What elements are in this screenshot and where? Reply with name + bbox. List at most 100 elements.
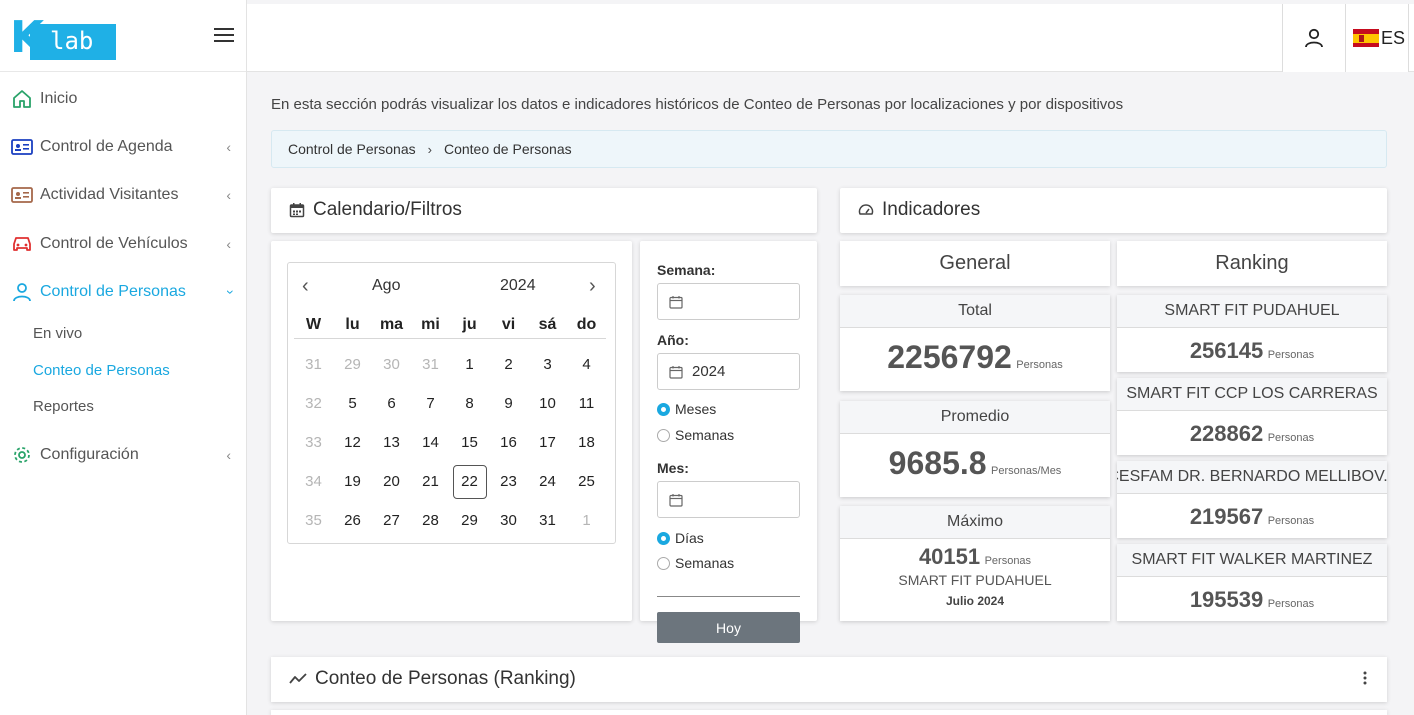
next-month-icon[interactable]: › [589, 275, 596, 298]
calendar-day[interactable]: 27 [372, 512, 411, 529]
calendar-day[interactable]: 12 [333, 434, 372, 451]
ranking-card: SMART FIT CCP LOS CARRERAS 228862 Person… [1117, 378, 1387, 455]
sidebar-item-control-agenda[interactable]: Control de Agenda ‹ [0, 129, 247, 165]
calendar-day[interactable]: 8 [450, 395, 489, 412]
radio-dot [657, 556, 670, 570]
calendar-day[interactable]: 13 [372, 434, 411, 451]
ranking-unit: Personas [1267, 598, 1315, 610]
calendar-day[interactable]: 25 [567, 473, 606, 490]
maximo-place: SMART FIT PUDAHUEL [898, 572, 1052, 588]
sidebar-item-actividad-visitantes[interactable]: Actividad Visitantes ‹ [0, 177, 247, 213]
submenu-item-en-vivo[interactable]: En vivo [33, 325, 82, 342]
calendar-day-other-month[interactable]: 29 [333, 356, 372, 373]
calendar-day[interactable]: 29 [450, 512, 489, 529]
maximo-unit: Personas [984, 555, 1032, 567]
indicator-title: Total [840, 295, 1110, 328]
calendar-day[interactable]: 5 [333, 395, 372, 412]
sidebar-item-label: Control de Personas [40, 283, 186, 300]
chevron-right-icon: › [427, 141, 432, 157]
language-selector[interactable]: ES [1345, 4, 1409, 72]
calendar-day[interactable]: 28 [411, 512, 450, 529]
calendar-day-other-month[interactable]: 1 [567, 512, 606, 529]
sidebar-item-label: Actividad Visitantes [40, 186, 179, 203]
radio-dot [657, 402, 670, 416]
anio-input[interactable]: 2024 [657, 353, 800, 390]
calendar-week-row: 32 5 6 7 8 9 10 11 [294, 384, 606, 423]
calendar-day-other-month[interactable]: 30 [372, 356, 411, 373]
calendar-day[interactable]: 15 [450, 434, 489, 451]
calendar-month[interactable]: Ago [372, 277, 400, 295]
radio-semanas-year[interactable]: Semanas [657, 427, 734, 443]
sidebar-item-control-vehiculos[interactable]: Control de Vehículos ‹ [0, 226, 247, 262]
calendar-day[interactable]: 17 [528, 434, 567, 451]
radio-meses[interactable]: Meses [657, 401, 716, 417]
sidebar-item-inicio[interactable]: Inicio [0, 81, 247, 117]
calendar-day[interactable]: 14 [411, 434, 450, 451]
weekday-header: ju [462, 315, 477, 333]
calendar-day-today[interactable]: 22 [452, 464, 487, 499]
calendar-day[interactable]: 10 [528, 395, 567, 412]
calendar-day[interactable]: 4 [567, 356, 606, 373]
hoy-button[interactable]: Hoy [657, 612, 800, 643]
calendar-day[interactable]: 19 [333, 473, 372, 490]
calendar-day[interactable]: 26 [333, 512, 372, 529]
next-card-edge [271, 710, 1387, 715]
mes-input[interactable] [657, 481, 800, 518]
chevron-left-icon: ‹ [226, 139, 231, 155]
indicator-value-row: 9685.8 Personas/Mes [840, 445, 1110, 482]
calendar-day[interactable]: 11 [567, 395, 606, 412]
semana-input[interactable] [657, 283, 800, 320]
ranking-header: Ranking [1117, 241, 1387, 286]
sidebar: K lab Inicio Control de Agenda ‹ Activid… [0, 0, 247, 715]
calendar-year[interactable]: 2024 [500, 277, 536, 295]
logo-text: lab [50, 27, 94, 55]
calendar-filters-header: Calendario/Filtros [271, 188, 817, 233]
user-icon [1305, 28, 1323, 48]
calendar-day[interactable]: 1 [450, 356, 489, 373]
prev-month-icon[interactable]: ‹ [302, 275, 309, 298]
calendar-icon [669, 493, 683, 507]
calendar-day[interactable]: 30 [489, 512, 528, 529]
calendar-day[interactable]: 20 [372, 473, 411, 490]
calendar-day[interactable]: 7 [411, 395, 450, 412]
sidebar-item-control-personas[interactable]: Control de Personas ‹ [0, 274, 247, 310]
ranking-value-row: 195539 Personas [1117, 587, 1387, 613]
card-title: Indicadores [882, 199, 981, 220]
ranking-value: 256145 [1189, 338, 1264, 363]
calendar-day-other-month[interactable]: 31 [411, 356, 450, 373]
week-number: 35 [305, 512, 322, 529]
ranking-value: 219567 [1189, 504, 1264, 529]
calendar-day[interactable]: 2 [489, 356, 528, 373]
hamburger-menu-icon[interactable] [214, 28, 234, 44]
radio-label: Semanas [675, 427, 735, 443]
radio-semanas-month[interactable]: Semanas [657, 555, 734, 571]
calendar-day[interactable]: 9 [489, 395, 528, 412]
sidebar-item-configuracion[interactable]: Configuración ‹ [0, 437, 247, 473]
maximo-card: Máximo 40151 Personas SMART FIT PUDAHUEL… [840, 506, 1110, 621]
ranking-unit: Personas [1267, 432, 1315, 444]
more-options-icon[interactable] [1363, 671, 1367, 690]
submenu-item-conteo-personas[interactable]: Conteo de Personas [33, 362, 170, 379]
ranking-card: SMART FIT PUDAHUEL 256145 Personas [1117, 295, 1387, 372]
sidebar-item-label: Configuración [40, 446, 139, 463]
radio-dias[interactable]: Días [657, 530, 704, 546]
breadcrumb-parent[interactable]: Control de Personas [288, 141, 416, 157]
klab-logo[interactable]: K lab [10, 16, 116, 60]
calendar-day[interactable]: 3 [528, 356, 567, 373]
user-button[interactable] [1282, 4, 1345, 72]
calendar-day[interactable]: 18 [567, 434, 606, 451]
submenu-item-reportes[interactable]: Reportes [33, 398, 94, 415]
calendar-weekday-row: Wlu ma mi ju vi sá do [294, 311, 606, 339]
calendar-day[interactable]: 31 [528, 512, 567, 529]
calendar-day[interactable]: 24 [528, 473, 567, 490]
sidebar-item-label: Control de Vehículos [40, 235, 188, 252]
calendar-day[interactable]: 6 [372, 395, 411, 412]
weekday-header: vi [501, 315, 516, 333]
promedio-value: 9685.8 [888, 445, 987, 481]
radio-label: Días [675, 530, 704, 546]
indicator-value-row: 2256792 Personas [840, 339, 1110, 376]
calendar-day[interactable]: 21 [411, 473, 450, 490]
gauge-icon [858, 203, 874, 217]
calendar-day[interactable]: 16 [489, 434, 528, 451]
calendar-day[interactable]: 23 [489, 473, 528, 490]
